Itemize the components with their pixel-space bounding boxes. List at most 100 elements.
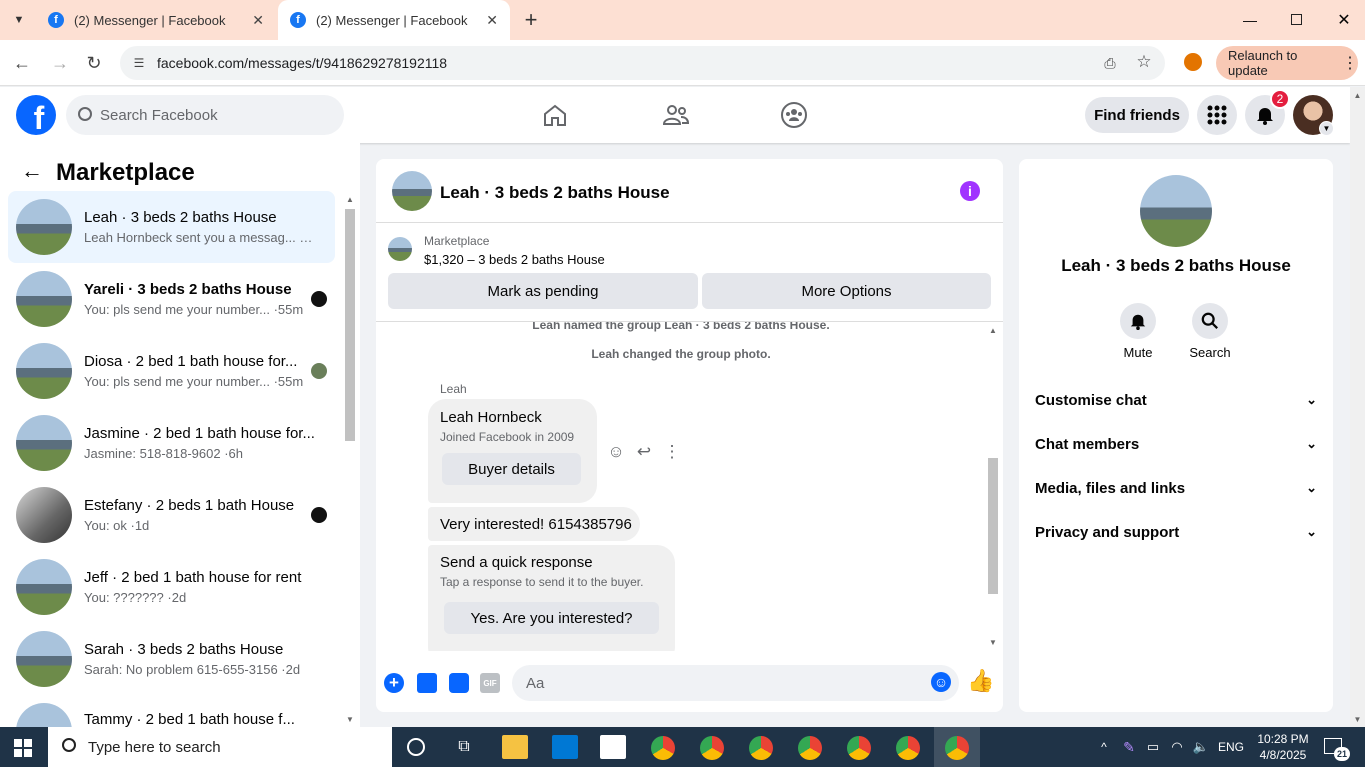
chrome-icon[interactable] bbox=[651, 736, 675, 760]
section-customise-chat[interactable]: Customise chat ⌄ bbox=[1035, 378, 1317, 422]
scroll-down-icon[interactable]: ▼ bbox=[1350, 713, 1365, 725]
chat-avatar[interactable] bbox=[392, 171, 432, 211]
battery-icon[interactable]: ▭ bbox=[1144, 737, 1162, 757]
home-icon[interactable] bbox=[540, 101, 570, 129]
back-arrow-icon[interactable]: ← bbox=[20, 158, 44, 183]
scroll-down-icon[interactable]: ▼ bbox=[986, 636, 1000, 648]
groups-icon[interactable] bbox=[778, 99, 810, 131]
message-composer: + GIF Aa ☺ 👍 bbox=[376, 659, 1003, 712]
quick-response-option[interactable]: Yes. Are you interested? bbox=[444, 602, 659, 634]
minimize-icon[interactable]: — bbox=[1240, 8, 1260, 32]
chrome-icon[interactable] bbox=[798, 736, 822, 760]
show-hidden-icons-icon[interactable]: ^ bbox=[1096, 737, 1112, 757]
restore-icon[interactable] bbox=[1291, 14, 1302, 25]
thread-scrollbar[interactable]: ▲ ▼ bbox=[986, 322, 1000, 651]
browser-tab-2-active[interactable]: f (2) Messenger | Facebook ✕ bbox=[278, 0, 510, 40]
back-arrow-icon[interactable]: ← bbox=[10, 51, 34, 75]
reply-icon[interactable]: ↩ bbox=[634, 442, 654, 462]
search-icon[interactable] bbox=[1192, 303, 1228, 339]
chrome-icon[interactable] bbox=[896, 736, 920, 760]
section-chat-members[interactable]: Chat members ⌄ bbox=[1035, 422, 1317, 466]
close-tab-icon[interactable]: ✕ bbox=[252, 12, 264, 29]
more-options-button[interactable]: More Options bbox=[702, 273, 991, 309]
message-input[interactable]: Aa bbox=[512, 665, 959, 701]
info-icon[interactable]: i bbox=[960, 181, 980, 201]
site-settings-icon[interactable]: ☰ bbox=[130, 54, 148, 72]
emoji-icon[interactable]: ☺ bbox=[931, 672, 951, 692]
message-bubble[interactable]: Very interested! 6154385796 bbox=[428, 507, 640, 541]
omnibox[interactable]: ☰ facebook.com/messages/t/94186292781921… bbox=[120, 46, 1165, 80]
store-icon[interactable] bbox=[552, 735, 578, 759]
scroll-thumb[interactable] bbox=[345, 209, 355, 441]
conversation-avatar bbox=[16, 631, 72, 687]
scroll-thumb[interactable] bbox=[988, 458, 998, 594]
mark-as-pending-button[interactable]: Mark as pending bbox=[388, 273, 698, 309]
chrome-icon[interactable] bbox=[847, 736, 871, 760]
conversation-item[interactable]: Estefany · 2 beds 1 bath House You: ok ·1… bbox=[8, 479, 335, 551]
more-vert-icon[interactable]: ⋮ bbox=[1342, 53, 1358, 73]
conversation-item[interactable]: Jeff · 2 bed 1 bath house for rent You: ?… bbox=[8, 551, 335, 623]
mute-bell-icon[interactable] bbox=[1120, 303, 1156, 339]
find-friends-button[interactable]: Find friends bbox=[1085, 97, 1189, 133]
language-indicator[interactable]: ENG bbox=[1218, 740, 1244, 754]
add-plus-icon[interactable]: + bbox=[384, 673, 404, 693]
scroll-up-icon[interactable]: ▲ bbox=[986, 324, 1000, 336]
search-facebook-input[interactable]: Search Facebook bbox=[66, 95, 344, 135]
forward-arrow-icon[interactable]: → bbox=[48, 51, 72, 75]
file-explorer-icon[interactable] bbox=[502, 735, 528, 759]
page-scrollbar[interactable]: ▲ ▼ bbox=[1350, 87, 1365, 727]
clock-time[interactable]: 10:28 PM bbox=[1255, 732, 1311, 746]
friends-icon[interactable] bbox=[660, 101, 692, 129]
close-window-icon[interactable]: ✕ bbox=[1334, 8, 1354, 32]
conversation-avatar bbox=[16, 559, 72, 615]
windows-start-icon[interactable] bbox=[14, 739, 32, 757]
conversation-avatar-large[interactable] bbox=[1140, 175, 1212, 247]
conversation-item[interactable]: Leah · 3 beds 2 baths House Leah Hornbeck… bbox=[8, 191, 335, 263]
close-tab-icon[interactable]: ✕ bbox=[486, 12, 498, 29]
conversation-item[interactable]: Jasmine · 2 bed 1 bath house for... Jasmi… bbox=[8, 407, 335, 479]
sticker-icon[interactable] bbox=[449, 673, 469, 693]
task-view-icon[interactable]: ⧉ bbox=[451, 735, 477, 759]
listing-price-title[interactable]: $1,320 – 3 beds 2 baths House bbox=[424, 252, 605, 267]
menu-grid-icon[interactable] bbox=[1197, 95, 1237, 135]
conversation-item[interactable]: Tammy · 2 bed 1 bath house f... bbox=[8, 695, 335, 727]
account-chevron-icon[interactable]: ▼ bbox=[1319, 121, 1334, 136]
section-privacy-support[interactable]: Privacy and support ⌄ bbox=[1035, 510, 1317, 554]
browser-tab-1[interactable]: f (2) Messenger | Facebook ✕ bbox=[36, 0, 276, 40]
chrome-icon[interactable] bbox=[700, 736, 724, 760]
conversation-item[interactable]: Diosa · 2 bed 1 bath house for... You: pl… bbox=[8, 335, 335, 407]
conversation-item[interactable]: Yareli · 3 beds 2 baths House You: pls se… bbox=[8, 263, 335, 335]
listing-thumbnail[interactable] bbox=[388, 237, 412, 261]
taskbar-search-input[interactable]: Type here to search bbox=[48, 727, 392, 767]
section-media-files-links[interactable]: Media, files and links ⌄ bbox=[1035, 466, 1317, 510]
mail-icon[interactable] bbox=[600, 735, 626, 759]
bookmark-star-icon[interactable]: ☆ bbox=[1134, 52, 1154, 72]
photo-icon[interactable] bbox=[417, 673, 437, 693]
wifi-icon[interactable]: ◠ bbox=[1168, 737, 1186, 757]
more-actions-icon[interactable]: ⋮ bbox=[662, 442, 682, 462]
profile-icon[interactable] bbox=[1184, 53, 1202, 71]
gif-icon[interactable]: GIF bbox=[480, 673, 500, 693]
conversation-item[interactable]: Sarah · 3 beds 2 baths House Sarah: No pr… bbox=[8, 623, 335, 695]
buyer-details-button[interactable]: Buyer details bbox=[442, 453, 581, 485]
react-emoji-icon[interactable]: ☺ bbox=[606, 442, 626, 462]
sidebar-scrollbar[interactable]: ▲ ▼ bbox=[343, 193, 357, 725]
reload-icon[interactable]: ↻ bbox=[82, 51, 106, 75]
scroll-down-icon[interactable]: ▼ bbox=[343, 713, 357, 725]
scroll-up-icon[interactable]: ▲ bbox=[343, 193, 357, 205]
quick-response-bubble: Send a quick response Tap a response to … bbox=[428, 545, 675, 651]
volume-icon[interactable]: 🔈 bbox=[1192, 737, 1210, 757]
relaunch-button[interactable]: Relaunch to update ⋮ bbox=[1216, 46, 1358, 80]
facebook-logo[interactable]: f bbox=[16, 95, 56, 135]
cortana-icon[interactable] bbox=[407, 738, 425, 756]
clock-date[interactable]: 4/8/2025 bbox=[1255, 748, 1311, 762]
install-app-icon[interactable]: ⎙ bbox=[1100, 54, 1120, 72]
chrome-icon[interactable] bbox=[749, 736, 773, 760]
chat-title[interactable]: Leah · 3 beds 2 baths House bbox=[440, 183, 670, 203]
chrome-icon[interactable] bbox=[945, 736, 969, 760]
tab-search-chevron-icon[interactable]: ▼ bbox=[8, 10, 30, 30]
scroll-up-icon[interactable]: ▲ bbox=[1350, 89, 1365, 101]
pen-icon[interactable]: ✎ bbox=[1120, 737, 1138, 757]
like-thumb-icon[interactable]: 👍 bbox=[967, 668, 994, 693]
new-tab-plus-icon[interactable]: + bbox=[520, 7, 542, 32]
